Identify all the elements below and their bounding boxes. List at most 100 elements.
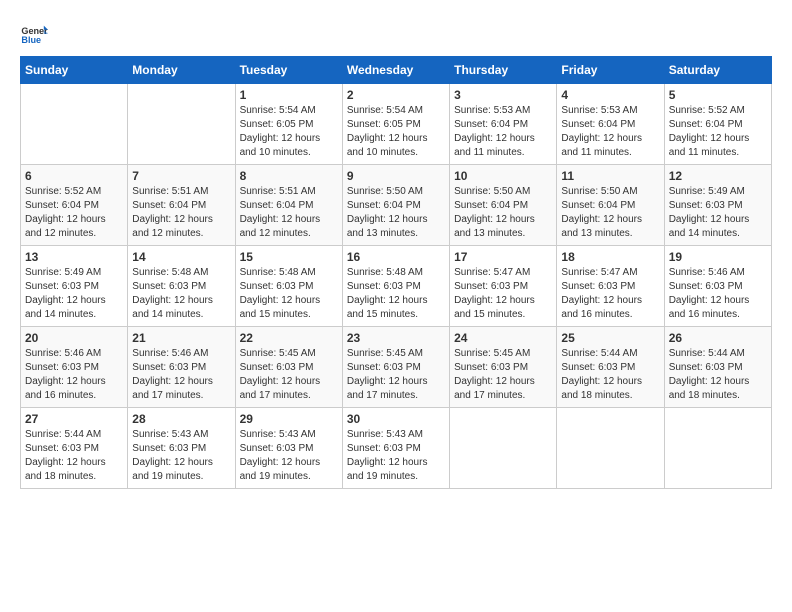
day-info: Sunrise: 5:51 AM Sunset: 6:04 PM Dayligh…: [240, 185, 338, 241]
day-info: Sunrise: 5:44 AM Sunset: 6:03 PM Dayligh…: [25, 428, 123, 484]
calendar-day: [21, 84, 128, 165]
calendar-body: 1 Sunrise: 5:54 AM Sunset: 6:05 PM Daylig…: [21, 84, 772, 489]
calendar-day: 30 Sunrise: 5:43 AM Sunset: 6:03 PM Dayli…: [342, 408, 449, 489]
calendar-week: 20 Sunrise: 5:46 AM Sunset: 6:03 PM Dayli…: [21, 327, 772, 408]
calendar-day: 25 Sunrise: 5:44 AM Sunset: 6:03 PM Dayli…: [557, 327, 664, 408]
day-info: Sunrise: 5:51 AM Sunset: 6:04 PM Dayligh…: [132, 185, 230, 241]
day-number: 12: [669, 169, 767, 183]
day-info: Sunrise: 5:43 AM Sunset: 6:03 PM Dayligh…: [132, 428, 230, 484]
day-number: 4: [561, 88, 659, 102]
calendar-day: 17 Sunrise: 5:47 AM Sunset: 6:03 PM Dayli…: [450, 246, 557, 327]
day-info: Sunrise: 5:47 AM Sunset: 6:03 PM Dayligh…: [454, 266, 552, 322]
day-number: 11: [561, 169, 659, 183]
calendar-day: [450, 408, 557, 489]
day-info: Sunrise: 5:48 AM Sunset: 6:03 PM Dayligh…: [240, 266, 338, 322]
calendar-day: 26Sunrise: 5:44 AM Sunset: 6:03 PM Dayli…: [664, 327, 771, 408]
day-number: 3: [454, 88, 552, 102]
day-number: 10: [454, 169, 552, 183]
day-info: Sunrise: 5:45 AM Sunset: 6:03 PM Dayligh…: [347, 347, 445, 403]
day-info: Sunrise: 5:48 AM Sunset: 6:03 PM Dayligh…: [347, 266, 445, 322]
day-info: Sunrise: 5:54 AM Sunset: 6:05 PM Dayligh…: [240, 104, 338, 160]
calendar-day: 28 Sunrise: 5:43 AM Sunset: 6:03 PM Dayli…: [128, 408, 235, 489]
day-header: Friday: [557, 57, 664, 84]
day-number: 22: [240, 331, 338, 345]
day-info: Sunrise: 5:53 AM Sunset: 6:04 PM Dayligh…: [561, 104, 659, 160]
day-number: 7: [132, 169, 230, 183]
calendar-day: 23 Sunrise: 5:45 AM Sunset: 6:03 PM Dayli…: [342, 327, 449, 408]
calendar-day: 29Sunrise: 5:43 AM Sunset: 6:03 PM Dayli…: [235, 408, 342, 489]
day-number: 1: [240, 88, 338, 102]
calendar-day: 5 Sunrise: 5:52 AM Sunset: 6:04 PM Daylig…: [664, 84, 771, 165]
calendar-day: 14 Sunrise: 5:48 AM Sunset: 6:03 PM Dayli…: [128, 246, 235, 327]
day-number: 25: [561, 331, 659, 345]
day-info: Sunrise: 5:48 AM Sunset: 6:03 PM Dayligh…: [132, 266, 230, 322]
calendar-day: 13 Sunrise: 5:49 AM Sunset: 6:03 PM Dayli…: [21, 246, 128, 327]
calendar-day: 16 Sunrise: 5:48 AM Sunset: 6:03 PM Dayli…: [342, 246, 449, 327]
calendar-day: 3Sunrise: 5:53 AM Sunset: 6:04 PM Daylig…: [450, 84, 557, 165]
calendar-week: 6Sunrise: 5:52 AM Sunset: 6:04 PM Daylig…: [21, 165, 772, 246]
calendar-day: 19 Sunrise: 5:46 AM Sunset: 6:03 PM Dayli…: [664, 246, 771, 327]
day-info: Sunrise: 5:49 AM Sunset: 6:03 PM Dayligh…: [25, 266, 123, 322]
calendar-day: 8 Sunrise: 5:51 AM Sunset: 6:04 PM Daylig…: [235, 165, 342, 246]
day-number: 17: [454, 250, 552, 264]
day-info: Sunrise: 5:47 AM Sunset: 6:03 PM Dayligh…: [561, 266, 659, 322]
day-number: 18: [561, 250, 659, 264]
day-number: 8: [240, 169, 338, 183]
day-number: 15: [240, 250, 338, 264]
day-info: Sunrise: 5:50 AM Sunset: 6:04 PM Dayligh…: [561, 185, 659, 241]
day-info: Sunrise: 5:45 AM Sunset: 6:03 PM Dayligh…: [240, 347, 338, 403]
day-number: 24: [454, 331, 552, 345]
day-info: Sunrise: 5:43 AM Sunset: 6:03 PM Dayligh…: [240, 428, 338, 484]
calendar-day: 22 Sunrise: 5:45 AM Sunset: 6:03 PM Dayli…: [235, 327, 342, 408]
day-info: Sunrise: 5:46 AM Sunset: 6:03 PM Dayligh…: [669, 266, 767, 322]
svg-text:Blue: Blue: [21, 35, 41, 45]
day-info: Sunrise: 5:50 AM Sunset: 6:04 PM Dayligh…: [347, 185, 445, 241]
header: General Blue: [20, 20, 772, 48]
day-number: 14: [132, 250, 230, 264]
day-header: Wednesday: [342, 57, 449, 84]
calendar-day: [128, 84, 235, 165]
calendar: SundayMondayTuesdayWednesdayThursdayFrid…: [20, 56, 772, 489]
day-number: 16: [347, 250, 445, 264]
day-number: 2: [347, 88, 445, 102]
day-info: Sunrise: 5:52 AM Sunset: 6:04 PM Dayligh…: [669, 104, 767, 160]
calendar-day: 15 Sunrise: 5:48 AM Sunset: 6:03 PM Dayli…: [235, 246, 342, 327]
day-number: 23: [347, 331, 445, 345]
calendar-day: 21 Sunrise: 5:46 AM Sunset: 6:03 PM Dayli…: [128, 327, 235, 408]
calendar-day: 11 Sunrise: 5:50 AM Sunset: 6:04 PM Dayli…: [557, 165, 664, 246]
day-info: Sunrise: 5:43 AM Sunset: 6:03 PM Dayligh…: [347, 428, 445, 484]
day-info: Sunrise: 5:44 AM Sunset: 6:03 PM Dayligh…: [561, 347, 659, 403]
day-info: Sunrise: 5:46 AM Sunset: 6:03 PM Dayligh…: [132, 347, 230, 403]
day-number: 26: [669, 331, 767, 345]
day-number: 27: [25, 412, 123, 426]
day-number: 21: [132, 331, 230, 345]
day-header: Saturday: [664, 57, 771, 84]
day-number: 6: [25, 169, 123, 183]
calendar-day: [664, 408, 771, 489]
logo-icon: General Blue: [20, 20, 48, 48]
calendar-day: 12 Sunrise: 5:49 AM Sunset: 6:03 PM Dayli…: [664, 165, 771, 246]
day-info: Sunrise: 5:50 AM Sunset: 6:04 PM Dayligh…: [454, 185, 552, 241]
day-header: Sunday: [21, 57, 128, 84]
day-header: Monday: [128, 57, 235, 84]
day-number: 28: [132, 412, 230, 426]
calendar-day: 24 Sunrise: 5:45 AM Sunset: 6:03 PM Dayli…: [450, 327, 557, 408]
calendar-week: 1 Sunrise: 5:54 AM Sunset: 6:05 PM Daylig…: [21, 84, 772, 165]
day-header: Thursday: [450, 57, 557, 84]
day-info: Sunrise: 5:45 AM Sunset: 6:03 PM Dayligh…: [454, 347, 552, 403]
calendar-day: 20Sunrise: 5:46 AM Sunset: 6:03 PM Dayli…: [21, 327, 128, 408]
calendar-day: 4 Sunrise: 5:53 AM Sunset: 6:04 PM Daylig…: [557, 84, 664, 165]
day-number: 30: [347, 412, 445, 426]
day-info: Sunrise: 5:49 AM Sunset: 6:03 PM Dayligh…: [669, 185, 767, 241]
calendar-week: 27 Sunrise: 5:44 AM Sunset: 6:03 PM Dayli…: [21, 408, 772, 489]
calendar-day: 6Sunrise: 5:52 AM Sunset: 6:04 PM Daylig…: [21, 165, 128, 246]
calendar-header: SundayMondayTuesdayWednesdayThursdayFrid…: [21, 57, 772, 84]
day-number: 19: [669, 250, 767, 264]
logo: General Blue: [20, 20, 48, 48]
day-number: 5: [669, 88, 767, 102]
calendar-day: 18 Sunrise: 5:47 AM Sunset: 6:03 PM Dayli…: [557, 246, 664, 327]
day-number: 20: [25, 331, 123, 345]
calendar-week: 13 Sunrise: 5:49 AM Sunset: 6:03 PM Dayli…: [21, 246, 772, 327]
calendar-day: 27 Sunrise: 5:44 AM Sunset: 6:03 PM Dayli…: [21, 408, 128, 489]
day-number: 13: [25, 250, 123, 264]
